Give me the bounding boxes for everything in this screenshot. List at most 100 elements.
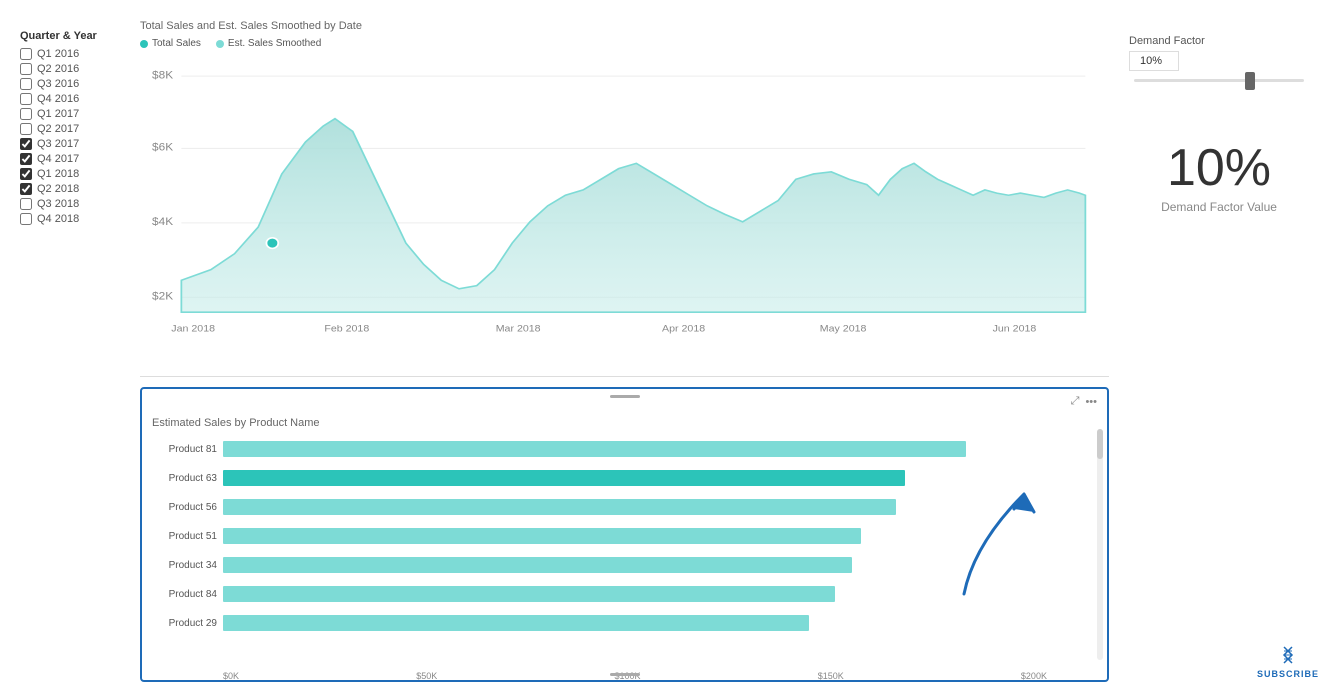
x-axis-label-1: $50K <box>416 671 437 681</box>
checkbox-label-8: Q1 2018 <box>37 168 79 180</box>
bar-label-5: Product 84 <box>152 589 217 600</box>
legend-label-1: Est. Sales Smoothed <box>228 38 321 49</box>
checkbox-11[interactable] <box>20 213 32 225</box>
legend-dot-0 <box>140 40 148 48</box>
checkbox-label-3: Q4 2016 <box>37 93 79 105</box>
sidebar-item-7[interactable]: Q4 2017 <box>20 153 130 165</box>
checkbox-1[interactable] <box>20 63 32 75</box>
area-chart-svg: $8K $6K $4K $2K <box>140 57 1109 376</box>
chart-title: Total Sales and Est. Sales Smoothed by D… <box>140 20 1109 32</box>
bar-label-3: Product 51 <box>152 531 217 542</box>
svg-text:$4K: $4K <box>152 216 174 227</box>
legend-item-0: Total Sales <box>140 38 201 49</box>
sidebar-item-4[interactable]: Q1 2017 <box>20 108 130 120</box>
bar-fill-2 <box>223 499 896 515</box>
checkbox-label-9: Q2 2018 <box>37 183 79 195</box>
bar-label-2: Product 56 <box>152 502 217 513</box>
checkbox-label-10: Q3 2018 <box>37 198 79 210</box>
sidebar-title: Quarter & Year <box>20 30 130 42</box>
bottom-drag-handle[interactable] <box>610 673 640 676</box>
sidebar-item-5[interactable]: Q2 2017 <box>20 123 130 135</box>
x-axis-label-0: $0K <box>223 671 239 681</box>
checkbox-8[interactable] <box>20 168 32 180</box>
slider-container <box>1134 79 1304 82</box>
sidebar-item-2[interactable]: Q3 2016 <box>20 78 130 90</box>
sidebar-item-9[interactable]: Q2 2018 <box>20 183 130 195</box>
sidebar-item-8[interactable]: Q1 2018 <box>20 168 130 180</box>
checkbox-label-6: Q3 2017 <box>37 138 79 150</box>
more-icon[interactable]: ••• <box>1085 396 1097 408</box>
x-axis-label-4: $200K <box>1021 671 1047 681</box>
bar-track-wrapper-6: $136K <box>223 615 1097 631</box>
area-chart-container: $8K $6K $4K $2K <box>140 57 1109 377</box>
checkbox-3[interactable] <box>20 93 32 105</box>
panel-icons: ⤢ ••• <box>1071 395 1097 408</box>
svg-text:$6K: $6K <box>152 142 174 153</box>
right-panel: Demand Factor 10% 10% Demand Factor Valu… <box>1119 20 1319 674</box>
svg-text:Apr 2018: Apr 2018 <box>662 324 706 334</box>
sidebar-item-3[interactable]: Q4 2016 <box>20 93 130 105</box>
svg-text:Feb 2018: Feb 2018 <box>324 324 369 334</box>
checkbox-label-2: Q3 2016 <box>37 78 79 90</box>
expand-icon[interactable]: ⤢ <box>1071 395 1080 408</box>
bar-label-6: Product 29 <box>152 618 217 629</box>
sidebar-item-6[interactable]: Q3 2017 <box>20 138 130 150</box>
demand-factor-big-value: 10% <box>1167 142 1271 194</box>
svg-text:$2K: $2K <box>152 291 174 302</box>
svg-text:May 2018: May 2018 <box>820 324 867 334</box>
legend-dot-1 <box>216 40 224 48</box>
subscribe-container[interactable]: SUBSCRIBE <box>1257 645 1319 679</box>
checkbox-label-4: Q1 2017 <box>37 108 79 120</box>
x-axis-label-3: $150K <box>818 671 844 681</box>
bar-label-0: Product 81 <box>152 444 217 455</box>
bar-fill-3 <box>223 528 861 544</box>
bar-fill-5 <box>223 586 835 602</box>
svg-text:Jan 2018: Jan 2018 <box>171 324 215 334</box>
demand-factor-label: Demand Factor <box>1129 35 1205 47</box>
slider-thumb[interactable] <box>1245 72 1255 90</box>
checkbox-6[interactable] <box>20 138 32 150</box>
subscribe-label[interactable]: SUBSCRIBE <box>1257 669 1319 679</box>
checkbox-7[interactable] <box>20 153 32 165</box>
demand-factor-value-label: Demand Factor Value <box>1161 200 1277 214</box>
bar-track-6: $136K <box>223 615 1097 631</box>
scrollbar[interactable] <box>1097 429 1103 660</box>
dna-icon <box>1277 645 1299 667</box>
svg-text:$8K: $8K <box>152 70 174 81</box>
bar-label-4: Product 34 <box>152 560 217 571</box>
checkbox-label-11: Q4 2018 <box>37 213 79 225</box>
checkbox-2[interactable] <box>20 78 32 90</box>
checkbox-label-0: Q1 2016 <box>37 48 79 60</box>
svg-text:Jun 2018: Jun 2018 <box>993 324 1037 334</box>
sidebar: Quarter & Year Q1 2016 Q2 2016 Q3 2016 Q4 2… <box>20 20 130 674</box>
sidebar-item-10[interactable]: Q3 2018 <box>20 198 130 210</box>
bar-chart-title: Estimated Sales by Product Name <box>152 417 1097 429</box>
svg-text:Mar 2018: Mar 2018 <box>496 324 541 334</box>
bar-label-1: Product 63 <box>152 473 217 484</box>
top-chart-area: Total Sales and Est. Sales Smoothed by D… <box>140 20 1109 377</box>
checkbox-10[interactable] <box>20 198 32 210</box>
sidebar-item-1[interactable]: Q2 2016 <box>20 63 130 75</box>
arrow-svg <box>944 454 1084 604</box>
legend-item-1: Est. Sales Smoothed <box>216 38 321 49</box>
checkbox-9[interactable] <box>20 183 32 195</box>
checkbox-label-7: Q4 2017 <box>37 153 79 165</box>
bar-fill-6 <box>223 615 809 631</box>
panel-drag-handle[interactable] <box>610 395 640 398</box>
demand-factor-value-box: 10% <box>1129 51 1179 71</box>
slider-track[interactable] <box>1134 79 1304 82</box>
checkbox-4[interactable] <box>20 108 32 120</box>
checkbox-label-5: Q2 2017 <box>37 123 79 135</box>
main-container: Quarter & Year Q1 2016 Q2 2016 Q3 2016 Q4 2… <box>0 0 1339 694</box>
checkbox-list: Q1 2016 Q2 2016 Q3 2016 Q4 2016 Q1 2017 Q2 20… <box>20 48 130 225</box>
checkbox-5[interactable] <box>20 123 32 135</box>
checkbox-0[interactable] <box>20 48 32 60</box>
sidebar-item-0[interactable]: Q1 2016 <box>20 48 130 60</box>
sidebar-item-11[interactable]: Q4 2018 <box>20 213 130 225</box>
bar-fill-0 <box>223 441 966 457</box>
checkbox-label-1: Q2 2016 <box>37 63 79 75</box>
bar-row-6: Product 29 $136K <box>152 611 1097 635</box>
legend-label-0: Total Sales <box>152 38 201 49</box>
scrollbar-thumb[interactable] <box>1097 429 1103 459</box>
bar-fill-4 <box>223 557 852 573</box>
